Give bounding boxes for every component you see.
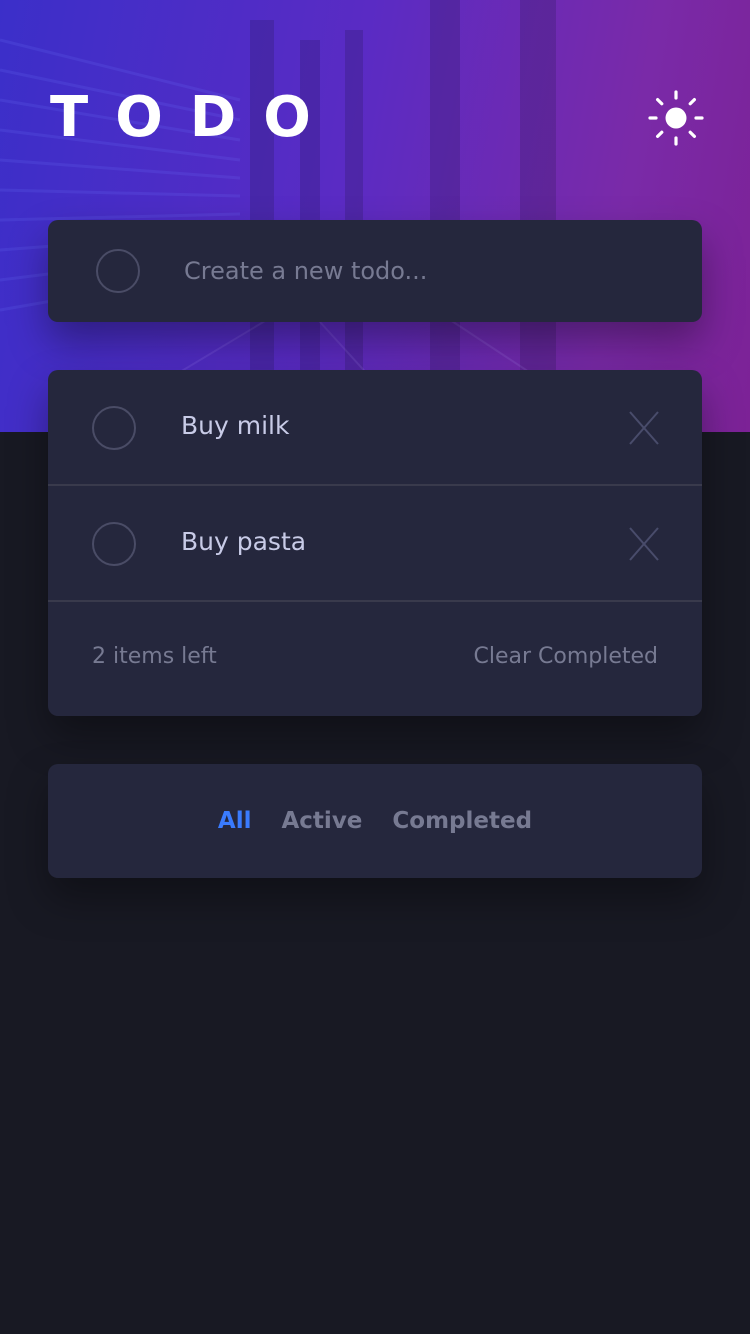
- new-todo-checkbox[interactable]: [96, 249, 140, 293]
- close-icon: [629, 411, 659, 445]
- todo-item: Buy milk: [48, 370, 702, 486]
- todo-app: TODO Buy milk: [0, 0, 750, 1334]
- filter-all[interactable]: All: [218, 806, 252, 836]
- app-title: TODO: [50, 85, 338, 150]
- filter-bar: All Active Completed: [48, 764, 702, 878]
- close-icon: [629, 527, 659, 561]
- delete-button[interactable]: [628, 526, 660, 562]
- clear-completed-button[interactable]: Clear Completed: [473, 642, 658, 672]
- sun-icon: [648, 90, 704, 146]
- delete-button[interactable]: [628, 410, 660, 446]
- list-footer: 2 items left Clear Completed: [48, 602, 702, 716]
- todo-checkbox[interactable]: [92, 406, 136, 450]
- header-background: TODO: [0, 0, 750, 432]
- hero-image: [0, 0, 621, 432]
- todo-checkbox[interactable]: [92, 522, 136, 566]
- new-todo-input[interactable]: [184, 246, 664, 296]
- todo-text: Buy milk: [181, 411, 290, 440]
- todo-text: Buy pasta: [181, 527, 307, 556]
- todo-item: Buy pasta: [48, 486, 702, 602]
- todo-list: Buy milk Buy pasta 2 items left Clear Co…: [48, 370, 702, 716]
- filter-completed[interactable]: Completed: [392, 806, 532, 836]
- items-left-count: 2 items left: [92, 644, 217, 669]
- filter-active[interactable]: Active: [282, 806, 363, 836]
- new-todo-card: [48, 220, 702, 322]
- theme-toggle-button[interactable]: [648, 90, 704, 146]
